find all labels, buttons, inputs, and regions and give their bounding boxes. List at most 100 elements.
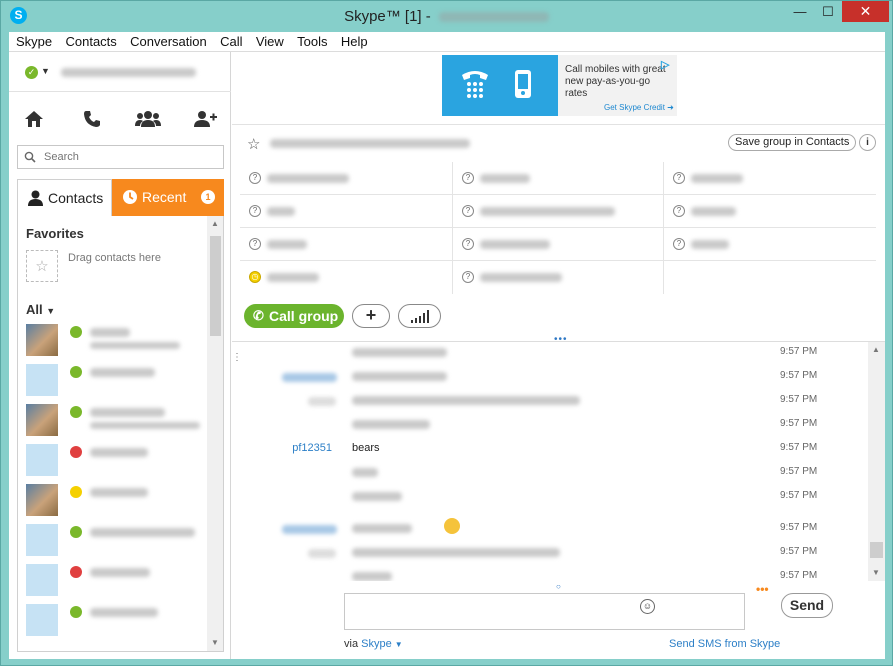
star-icon[interactable]: ☆ (247, 135, 260, 153)
send-button[interactable]: Send (781, 593, 833, 618)
minimize-button[interactable]: — (786, 1, 814, 22)
search-input[interactable] (44, 150, 214, 164)
contact-item[interactable] (18, 560, 207, 600)
online-presence-icon (70, 606, 82, 618)
ad-banner[interactable]: Call mobiles with great new pay-as-you-g… (442, 55, 677, 116)
ad-choices-icon[interactable]: ▷ (661, 58, 669, 71)
chevron-down-icon: ▼ (394, 640, 403, 649)
home-icon[interactable] (19, 104, 49, 134)
scroll-down-icon[interactable]: ▼ (211, 638, 219, 647)
all-contacts-dropdown[interactable]: All ▼ (26, 302, 55, 317)
menu-help[interactable]: Help (334, 32, 368, 49)
menu-call[interactable]: Call (213, 32, 242, 49)
participant[interactable]: ? (240, 195, 452, 228)
contact-item[interactable] (18, 440, 207, 480)
save-group-button[interactable]: Save group in Contacts (728, 134, 857, 151)
scroll-thumb[interactable] (210, 236, 221, 336)
contact-item[interactable] (18, 360, 207, 400)
contact-list-scrollbar[interactable]: ▲ ▼ (207, 216, 223, 651)
participant[interactable]: ? (664, 162, 876, 195)
participant[interactable]: ? (452, 261, 664, 294)
message-text-blurred (352, 372, 447, 381)
message-time: 9:57 PM (780, 490, 818, 501)
participant[interactable]: ◷ (240, 261, 452, 294)
message-input[interactable] (349, 598, 734, 624)
message-text-blurred (352, 468, 378, 477)
participant-name-blurred (691, 207, 736, 216)
sidebar: ✓ ▼ Search Contacts Recent 1 Favorites ☆… (9, 52, 231, 659)
participant-name-blurred (267, 273, 319, 282)
contact-mood-blurred (90, 342, 180, 349)
message-sender[interactable]: pf12351 (292, 442, 332, 454)
window-title: Skype™ [1] - (1, 8, 892, 25)
participant[interactable]: ? (240, 228, 452, 261)
online-status-icon[interactable]: ✓ (25, 66, 38, 79)
sidebar-tabs: Contacts Recent 1 (17, 179, 224, 216)
via-skype-dropdown[interactable]: Skype ▼ (361, 638, 403, 650)
contact-name-blurred (90, 368, 155, 377)
call-group-button[interactable]: ✆ Call group (244, 304, 344, 328)
add-contact-icon[interactable] (190, 104, 220, 134)
menu-contacts[interactable]: Contacts (58, 32, 116, 49)
tab-contacts[interactable]: Contacts (17, 179, 112, 216)
contact-item[interactable] (18, 520, 207, 560)
menu-view[interactable]: View (249, 32, 284, 49)
message-compose-box[interactable] (344, 593, 745, 630)
avatar (26, 604, 58, 636)
send-via: via Skype ▼ (344, 638, 403, 650)
search-box[interactable] (17, 145, 224, 169)
menu-tools[interactable]: Tools (290, 32, 327, 49)
contact-item[interactable] (18, 600, 207, 640)
participant[interactable]: ? (452, 228, 664, 261)
via-skype-label: Skype (361, 638, 392, 650)
drag-handle-icon[interactable]: ○ (556, 582, 561, 591)
sender-name-blurred (308, 549, 336, 558)
profile-status-row[interactable]: ✓ ▼ (9, 52, 231, 92)
participant-name-blurred (267, 240, 307, 249)
call-phone-icon[interactable] (77, 104, 107, 134)
call-action-row: ✆ Call group + (232, 302, 885, 332)
add-participant-button[interactable]: + (352, 304, 390, 328)
call-quality-button[interactable] (398, 304, 441, 328)
ad-credit-link[interactable]: Get Skype Credit ➜ (604, 103, 674, 112)
avatar (26, 484, 58, 516)
avatar (26, 404, 58, 436)
status-dropdown-icon[interactable]: ▼ (41, 66, 50, 76)
online-presence-icon (70, 526, 82, 538)
message-text-blurred (352, 420, 430, 429)
typing-indicator: ••• (756, 582, 769, 596)
contact-item[interactable] (18, 400, 207, 440)
skype-window: S Skype™ [1] - — ☐ ✕ Skype Contacts Conv… (0, 0, 893, 666)
contact-item[interactable] (18, 320, 207, 360)
participant[interactable]: ? (452, 195, 664, 228)
scroll-up-icon[interactable]: ▲ (872, 345, 880, 354)
participant-name-blurred (480, 273, 562, 282)
unknown-status-icon: ? (249, 238, 261, 250)
contact-item[interactable] (18, 480, 207, 520)
smiley-emoji-icon (444, 518, 460, 534)
chat-message: 9:57 PM (232, 566, 868, 581)
close-button[interactable]: ✕ (842, 1, 889, 22)
menu-skype[interactable]: Skype (9, 32, 52, 49)
menu-bar: Skype Contacts Conversation Call View To… (9, 32, 885, 52)
profile-name-blurred[interactable] (61, 68, 196, 77)
emoticon-icon[interactable]: ☺ (640, 599, 655, 614)
group-icon[interactable] (133, 104, 163, 134)
scroll-down-icon[interactable]: ▼ (872, 568, 880, 577)
maximize-button[interactable]: ☐ (814, 1, 842, 22)
scroll-thumb[interactable] (870, 542, 883, 558)
scroll-up-icon[interactable]: ▲ (211, 219, 219, 228)
send-sms-link[interactable]: Send SMS from Skype (669, 638, 780, 650)
phone-icon: ✆ (253, 308, 264, 323)
participant[interactable]: ? (664, 228, 876, 261)
participant[interactable]: ? (664, 195, 876, 228)
participant[interactable]: ? (240, 162, 452, 195)
title-bar[interactable]: S Skype™ [1] - — ☐ ✕ (1, 1, 892, 31)
tab-recent[interactable]: Recent 1 (112, 179, 224, 216)
chat-scrollbar[interactable]: ▲ ▼ (868, 342, 885, 581)
participant[interactable]: ? (452, 162, 664, 195)
menu-conversation[interactable]: Conversation (123, 32, 207, 49)
sidebar-nav (9, 104, 231, 134)
info-icon[interactable]: i (859, 134, 876, 151)
chat-message: 9:57 PM (232, 542, 868, 562)
